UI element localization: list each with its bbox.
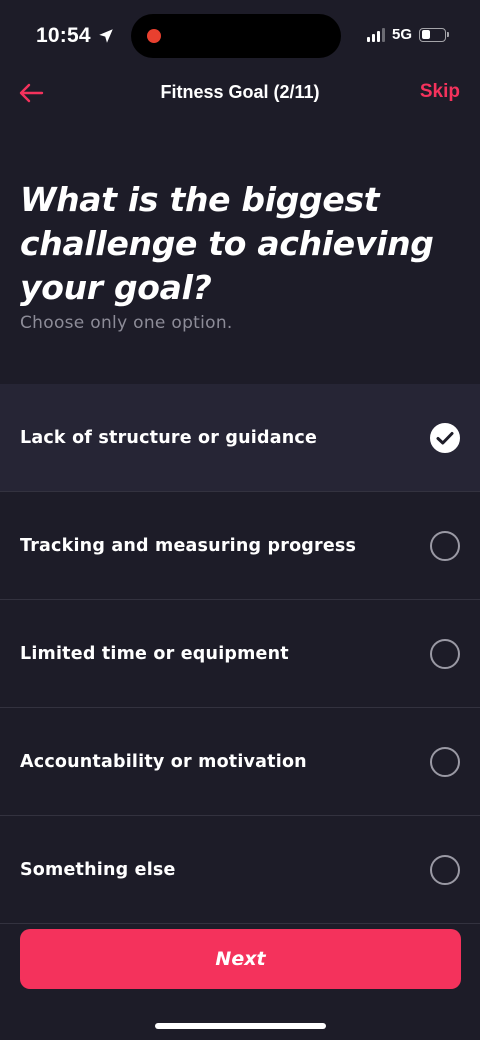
options-list: Lack of structure or guidance Tracking a… (0, 384, 480, 924)
recording-indicator-icon (147, 29, 161, 43)
option-lack-of-structure[interactable]: Lack of structure or guidance (0, 384, 480, 492)
question-title: What is the biggest challenge to achievi… (20, 180, 434, 307)
network-type-label: 5G (391, 26, 412, 43)
option-tracking-progress[interactable]: Tracking and measuring progress (0, 492, 480, 600)
option-label: Lack of structure or guidance (20, 427, 318, 448)
option-something-else[interactable]: Something else (0, 816, 480, 924)
battery-icon (419, 27, 449, 42)
home-indicator[interactable] (155, 1023, 326, 1029)
radio-unchecked-icon[interactable] (430, 855, 460, 885)
cellular-signal-icon (366, 27, 385, 42)
option-label: Tracking and measuring progress (20, 535, 357, 556)
status-time-text: 10:54 (36, 24, 91, 47)
option-limited-time[interactable]: Limited time or equipment (0, 600, 480, 708)
nav-header: Fitness Goal (2/11) Skip (0, 70, 480, 116)
radio-checked-icon[interactable] (430, 423, 460, 453)
page-title: Fitness Goal (2/11) (160, 82, 320, 102)
question-subtitle: Choose only one option. (20, 313, 233, 333)
radio-unchecked-icon[interactable] (430, 531, 460, 561)
option-label: Something else (20, 859, 176, 880)
status-time: 10:54 (36, 24, 115, 48)
option-label: Limited time or equipment (20, 643, 289, 664)
dynamic-island (131, 14, 341, 58)
option-label: Accountability or motivation (20, 751, 307, 772)
checkmark-icon (436, 432, 454, 445)
next-button[interactable]: Next (20, 929, 461, 989)
status-bar: 10:54 5G (0, 0, 480, 72)
location-arrow-icon (98, 29, 113, 43)
radio-unchecked-icon[interactable] (430, 639, 460, 669)
skip-button[interactable]: Skip (420, 81, 460, 103)
option-accountability[interactable]: Accountability or motivation (0, 708, 480, 816)
status-indicators: 5G (366, 26, 449, 43)
radio-unchecked-icon[interactable] (430, 747, 460, 777)
